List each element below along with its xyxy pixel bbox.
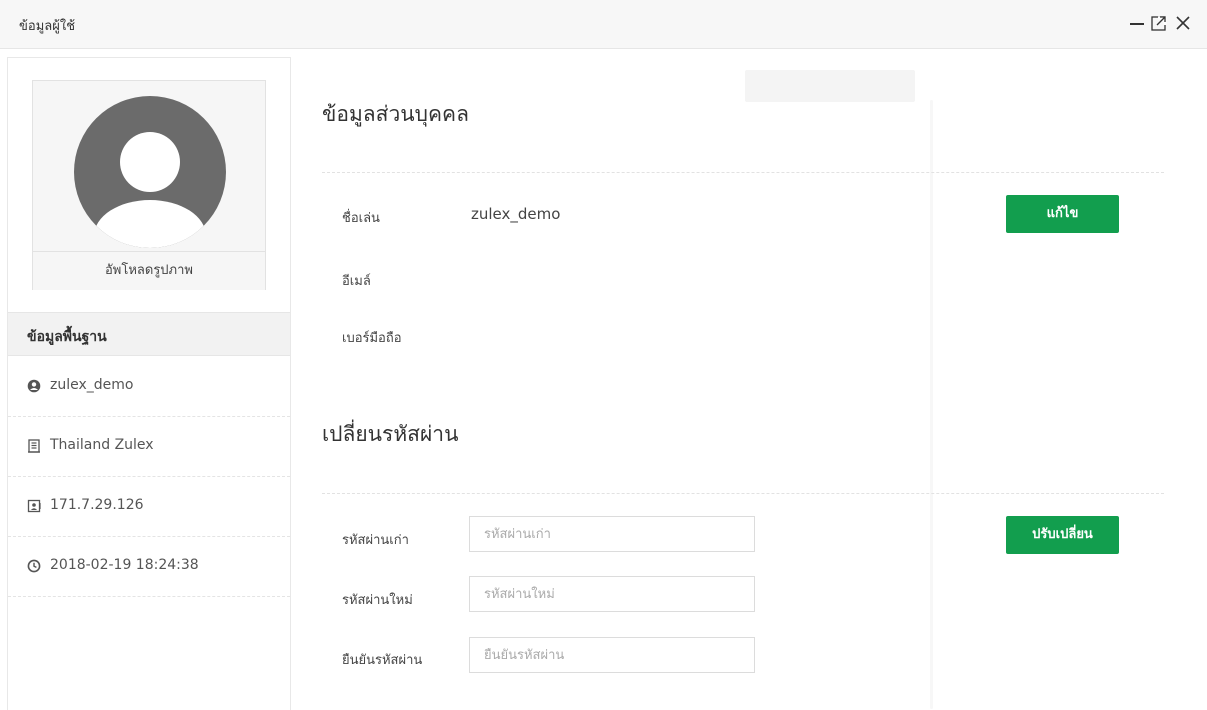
- window-title: ข้อมูลผู้ใช้: [19, 19, 76, 34]
- info-username: zulex_demo: [50, 377, 134, 393]
- upload-photo-button[interactable]: อัพโหลดรูปภาพ: [33, 251, 265, 290]
- old-password-input[interactable]: [469, 516, 755, 552]
- info-company: Thailand Zulex: [50, 437, 154, 453]
- nickname-label: ชื่อเล่น: [342, 211, 380, 226]
- old-password-label: รหัสผ่านเก่า: [342, 533, 409, 548]
- background-ghost: [745, 70, 915, 102]
- confirm-password-label: ยืนยันรหัสผ่าน: [342, 653, 423, 668]
- maximize-icon[interactable]: [1148, 12, 1170, 34]
- personal-info-title: ข้อมูลส่วนบุคคล: [322, 102, 469, 126]
- info-row-datetime: 2018-02-19 18:24:38: [8, 536, 290, 597]
- edit-button[interactable]: แก้ไข: [1006, 195, 1119, 233]
- info-row-username: zulex_demo: [8, 356, 290, 417]
- info-row-ip: 171.7.29.126: [8, 476, 290, 537]
- phone-label: เบอร์มือถือ: [342, 331, 402, 346]
- section-divider: [322, 172, 1164, 173]
- change-password-title: เปลี่ยนรหัสผ่าน: [322, 422, 459, 446]
- basic-info-header: ข้อมูลพื้นฐาน: [8, 312, 290, 356]
- close-icon[interactable]: [1172, 12, 1194, 34]
- user-sidebar: อัพโหลดรูปภาพ ข้อมูลพื้นฐาน zulex_demo T…: [7, 57, 291, 710]
- user-circle-icon: [27, 379, 41, 393]
- new-password-input[interactable]: [469, 576, 755, 612]
- info-datetime: 2018-02-19 18:24:38: [50, 557, 199, 573]
- background-ghost: [930, 100, 933, 709]
- avatar-icon: [74, 96, 226, 248]
- window-titlebar: ข้อมูลผู้ใช้: [0, 0, 1207, 49]
- minimize-icon[interactable]: [1126, 12, 1148, 34]
- avatar-panel: อัพโหลดรูปภาพ: [32, 80, 266, 290]
- building-icon: [28, 439, 40, 453]
- info-ip: 171.7.29.126: [50, 497, 144, 513]
- section-divider: [322, 493, 1164, 494]
- clock-icon: [27, 559, 41, 573]
- change-password-button[interactable]: ปรับเปลี่ยน: [1006, 516, 1119, 554]
- info-row-company: Thailand Zulex: [8, 416, 290, 477]
- basic-info-title: ข้อมูลพื้นฐาน: [27, 329, 107, 345]
- new-password-label: รหัสผ่านใหม่: [342, 593, 413, 608]
- nickname-value: zulex_demo: [471, 205, 561, 223]
- confirm-password-input[interactable]: [469, 637, 755, 673]
- email-label: อีเมล์: [342, 274, 371, 289]
- ip-card-icon: [27, 499, 41, 513]
